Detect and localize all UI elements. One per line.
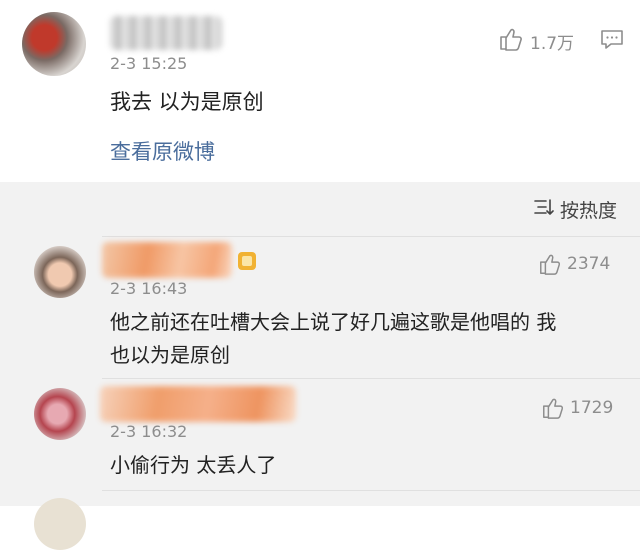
like-count: 1.7万	[530, 34, 575, 54]
comment-time: 2-3 16:43	[110, 279, 188, 298]
original-post-card	[0, 0, 640, 180]
divider	[102, 236, 640, 237]
like-count: 2374	[567, 254, 611, 274]
divider	[102, 490, 640, 491]
vip-badge-icon	[238, 252, 256, 270]
username-blurred[interactable]	[110, 16, 222, 50]
avatar[interactable]	[22, 12, 86, 76]
like-count: 1729	[570, 398, 614, 418]
username-blurred[interactable]	[102, 242, 232, 278]
comments-section	[0, 182, 640, 506]
post-time: 2-3 15:25	[110, 54, 188, 73]
post-text: 我去 以为是原创	[110, 90, 264, 114]
thumbs-up-icon[interactable]	[541, 396, 565, 420]
thumbs-up-icon[interactable]	[498, 26, 524, 52]
comment-text-line: 小偷行为 太丢人了	[110, 453, 277, 477]
comment-icon[interactable]	[600, 28, 624, 56]
avatar[interactable]	[34, 246, 86, 298]
avatar[interactable]	[34, 388, 86, 440]
comment-time: 2-3 16:32	[110, 422, 188, 441]
sort-icon	[534, 198, 554, 220]
divider	[102, 378, 640, 379]
username-blurred[interactable]	[100, 386, 296, 422]
comment-text-line: 也以为是原创	[110, 343, 230, 367]
comment-text-line: 他之前还在吐槽大会上说了好几遍这歌是他唱的 我	[110, 310, 557, 334]
thumbs-up-icon[interactable]	[538, 252, 562, 276]
sort-label: 按热度	[560, 199, 618, 222]
view-original-link[interactable]: 查看原微博	[110, 136, 215, 166]
sort-toggle[interactable]: 按热度	[534, 196, 617, 222]
